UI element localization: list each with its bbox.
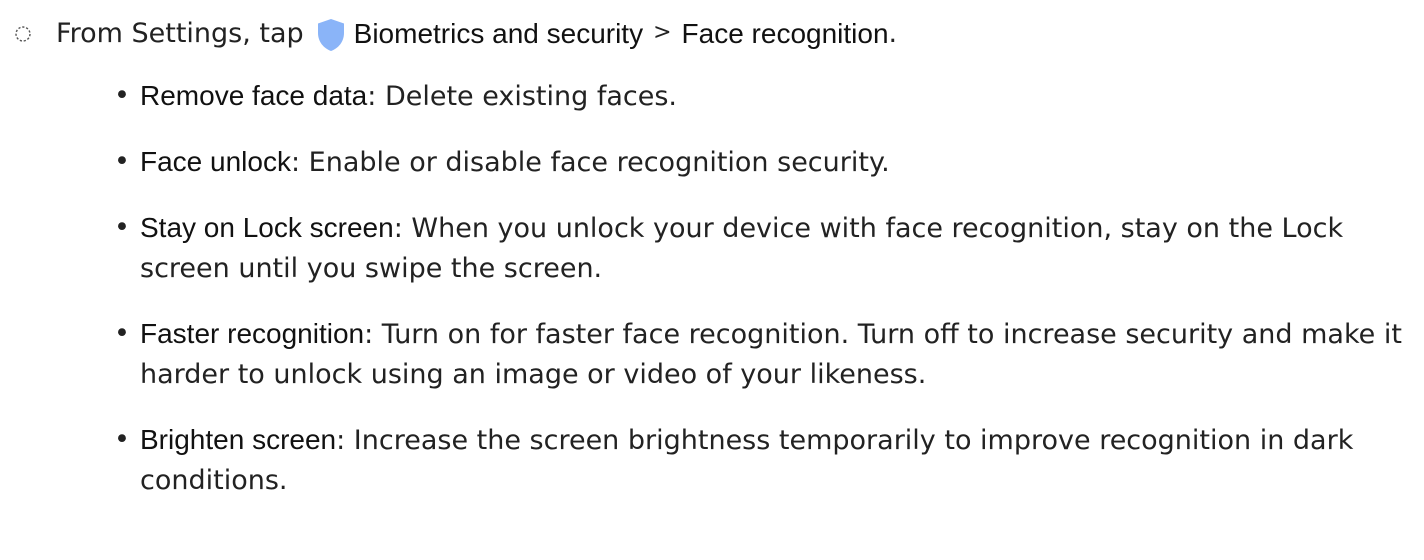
option-term: Remove face data	[140, 80, 368, 111]
options-list: • Remove face data: Delete existing face…	[114, 76, 1404, 526]
bullet-point: •	[114, 424, 130, 455]
option-term: Face unlock	[140, 146, 291, 177]
bullet-point: •	[114, 318, 130, 349]
breadcrumb-separator: >	[653, 20, 672, 45]
step-marker-icon	[14, 25, 32, 43]
option-term: Brighten screen	[140, 424, 337, 455]
option-description: Enable or disable face recognition secur…	[300, 147, 890, 178]
instruction-step: From Settings, tap Biometrics and securi…	[0, 14, 897, 54]
option-colon: :	[290, 147, 301, 178]
shield-icon	[316, 18, 346, 52]
intro-suffix: .	[888, 18, 898, 49]
bullet-point: •	[114, 146, 130, 177]
list-item: • Face unlock: Enable or disable face re…	[114, 142, 1404, 183]
option-description: Delete existing faces.	[376, 81, 677, 112]
list-item: • Faster recognition: Turn on for faster…	[114, 314, 1404, 395]
option-colon: :	[367, 81, 377, 112]
bullet-point: •	[114, 212, 130, 243]
list-item: • Stay on Lock screen: When you unlock y…	[114, 208, 1404, 289]
menu-item-biometrics: Biometrics and security	[353, 18, 644, 49]
option-term: Stay on Lock screen	[140, 212, 394, 243]
list-item: • Brighten screen: Increase the screen b…	[114, 420, 1404, 501]
option-term: Faster recognition	[140, 318, 365, 349]
bullet-point: •	[114, 80, 130, 111]
option-colon: :	[336, 425, 346, 456]
list-item: • Remove face data: Delete existing face…	[114, 76, 1404, 117]
submenu-item-face-recognition: Face recognition	[681, 18, 889, 49]
option-colon: :	[364, 319, 374, 350]
option-colon: :	[393, 213, 403, 244]
intro-prefix: From Settings, tap	[56, 18, 304, 49]
